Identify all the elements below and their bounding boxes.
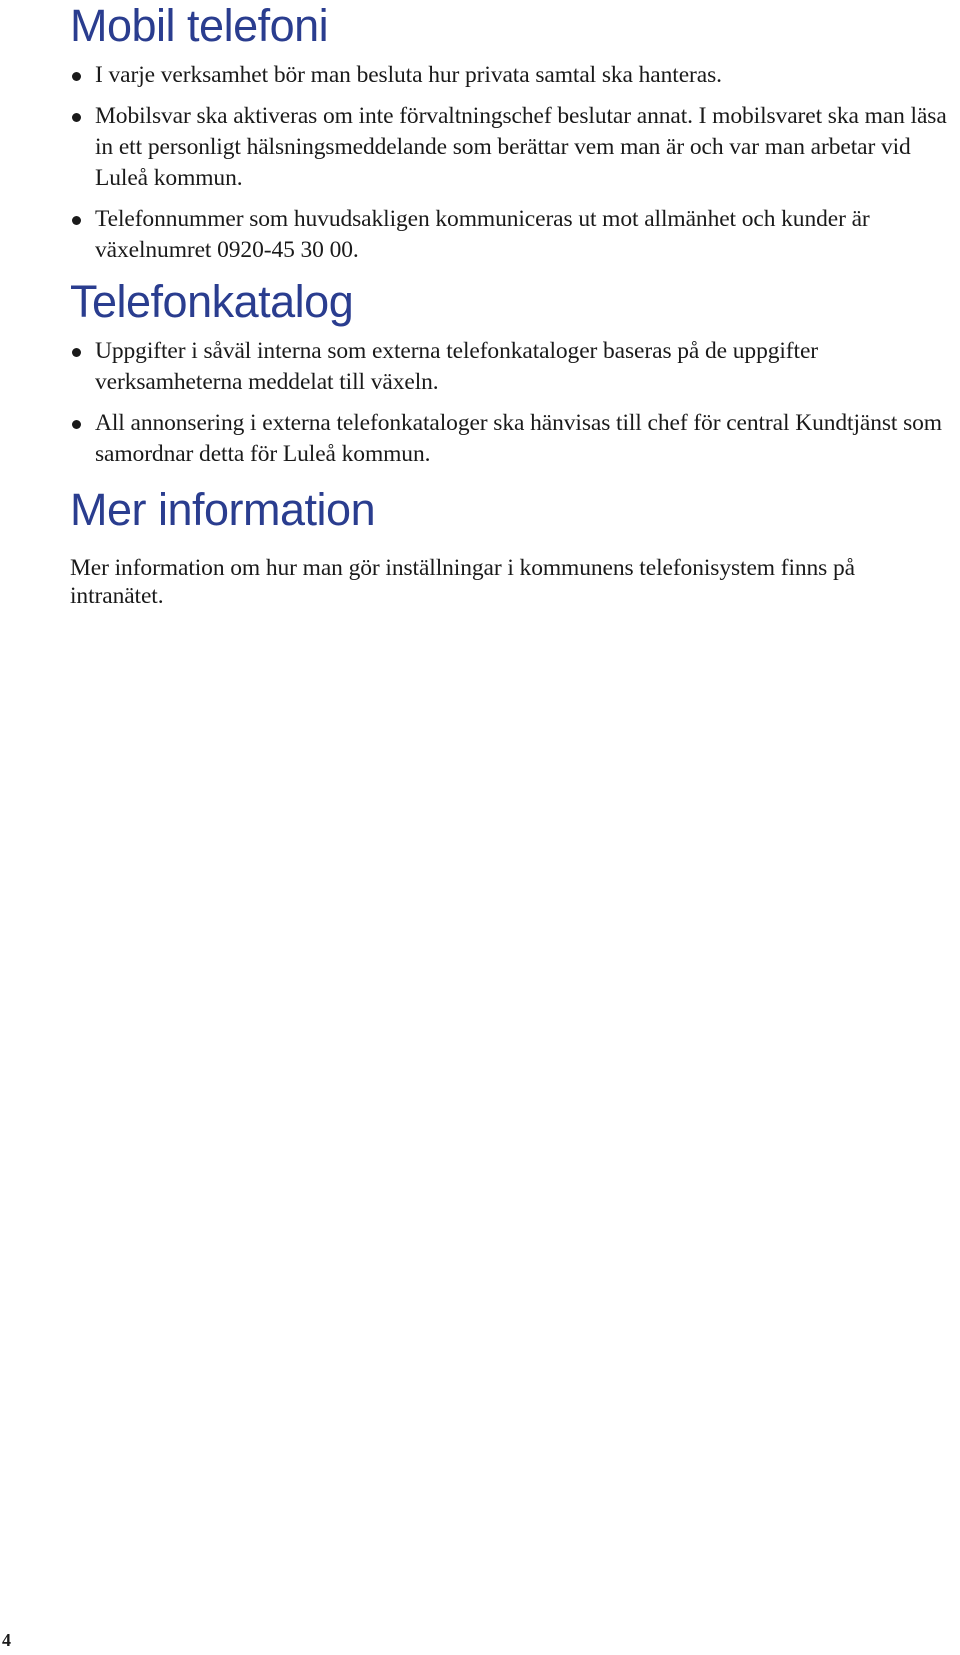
- section-mer-information: Mer information Mer information om hur m…: [70, 484, 950, 610]
- bullet-icon: [72, 113, 81, 122]
- section-heading: Mobil telefoni: [70, 0, 329, 51]
- section-mobil-telefoni: Mobil telefoni I varje verksamhet bör ma…: [70, 0, 950, 266]
- body-paragraph: Mer information om hur man gör inställni…: [70, 555, 855, 609]
- section-telefonkatalog: Telefonkatalog Uppgifter i såväl interna…: [70, 276, 950, 470]
- list-item: Mobilsvar ska aktiveras om inte förvaltn…: [70, 101, 950, 194]
- page-number: 4: [2, 1630, 11, 1650]
- list-item: Telefonnummer som huvudsakligen kommunic…: [70, 204, 950, 266]
- list-item-text: Uppgifter i såväl interna som externa te…: [95, 338, 819, 395]
- document-page: Mobil telefoni I varje verksamhet bör ma…: [70, 0, 950, 610]
- bullet-list: I varje verksamhet bör man besluta hur p…: [70, 60, 950, 266]
- bullet-icon: [72, 420, 81, 429]
- bullet-list: Uppgifter i såväl interna som externa te…: [70, 336, 950, 470]
- bullet-icon: [72, 72, 81, 81]
- list-item-text: All annonsering i externa telefonkatalog…: [95, 410, 942, 467]
- section-heading: Telefonkatalog: [70, 276, 354, 327]
- list-item-text: Mobilsvar ska aktiveras om inte förvaltn…: [95, 103, 947, 191]
- list-item-text: Telefonnummer som huvudsakligen kommunic…: [95, 206, 870, 263]
- bullet-icon: [72, 348, 81, 357]
- section-heading: Mer information: [70, 484, 376, 535]
- list-item-text: I varje verksamhet bör man besluta hur p…: [95, 62, 722, 88]
- list-item: All annonsering i externa telefonkatalog…: [70, 408, 950, 470]
- bullet-icon: [72, 216, 81, 225]
- list-item: I varje verksamhet bör man besluta hur p…: [70, 60, 950, 91]
- list-item: Uppgifter i såväl interna som externa te…: [70, 336, 950, 398]
